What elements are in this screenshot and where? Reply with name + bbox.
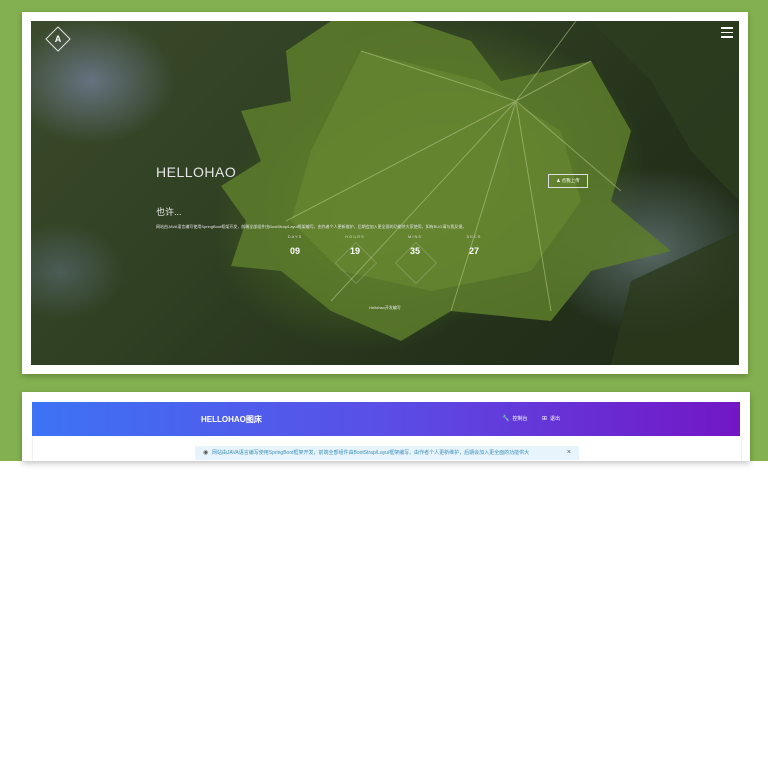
nav-console-label: 控制台 (512, 416, 528, 422)
hero-footer: Hellohao开发编写 (369, 305, 401, 310)
countdown-hours: HOURS 19 (334, 234, 378, 285)
info-alert: ◉ 网站由JAVA语言编写使用SpringBoot框架开发，前端全部组件由Boo… (195, 446, 579, 460)
navbar: HELLOHAO图床 🔧 控制台 ⊞ 退出 (32, 402, 740, 436)
countdown-label: HOURS (345, 234, 365, 239)
leaf-background-image (221, 21, 739, 365)
countdown-mins: MINS 35 (394, 234, 438, 285)
main-content: ◉ 网站由JAVA语言编写使用SpringBoot框架开发，前端全部组件由Boo… (32, 436, 742, 461)
dashboard-screenshot-card: HELLOHAO图床 🔧 控制台 ⊞ 退出 ◉ 网站由JAVA语言编写使用Spr… (22, 392, 750, 461)
alert-text: 网站由JAVA语言编写使用SpringBoot框架开发，前端全部组件由BootS… (212, 450, 530, 456)
countdown-value: 27 (468, 246, 479, 256)
countdown-value: 09 (289, 246, 300, 256)
nav-logout-link[interactable]: ⊞ 退出 (542, 415, 560, 422)
countdown-secs: SECS 27 (454, 234, 494, 256)
upload-button-label: 点我上传 (561, 178, 580, 183)
hero-title: HELLOHAO (156, 164, 237, 180)
eye-icon: ◉ (203, 450, 209, 456)
nav-console-link[interactable]: 🔧 控制台 (502, 415, 528, 422)
countdown-label: MINS (408, 234, 422, 239)
hero-screenshot-card: A HELLOHAO 也许... 网站由JAVA语言编写使用SpringBoot… (22, 12, 748, 374)
wrench-icon: 🔧 (502, 416, 510, 422)
countdown-days: DAYS 09 (275, 234, 315, 256)
hero-subtitle: 也许... (156, 207, 182, 217)
countdown-label: SECS (466, 234, 482, 239)
close-icon[interactable]: × (567, 446, 571, 460)
user-icon: ♟ (556, 178, 561, 183)
hero-description: 网站由JAVA语言编写使用SpringBoot框架开发，前端全部组件由BootS… (156, 224, 467, 229)
countdown-label: DAYS (287, 234, 303, 239)
logout-icon: ⊞ (542, 416, 548, 422)
hamburger-menu-icon[interactable] (721, 27, 733, 38)
nav-logout-label: 退出 (550, 416, 561, 422)
upload-button[interactable]: ♟ 点我上传 (548, 174, 588, 188)
hero-section: A HELLOHAO 也许... 网站由JAVA语言编写使用SpringBoot… (31, 21, 739, 365)
brand-title[interactable]: HELLOHAO图床 (201, 414, 262, 425)
